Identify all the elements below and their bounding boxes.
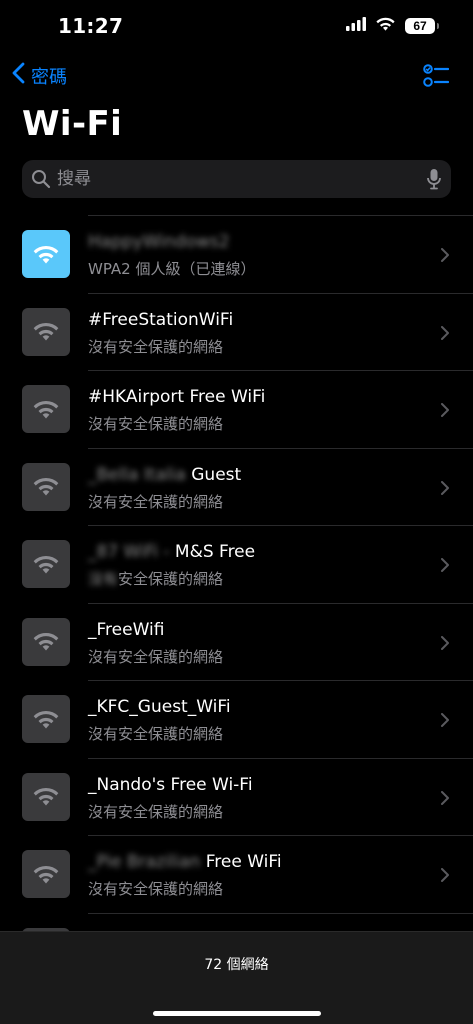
wifi-icon <box>22 540 70 588</box>
row-separator <box>88 680 473 681</box>
back-button[interactable]: 密碼 <box>12 62 67 89</box>
network-row[interactable]: #HKAirport Free WiFi 沒有安全保護的網絡 <box>0 370 473 448</box>
status-time: 11:27 <box>58 14 124 38</box>
blurred-network-name: HappyWindows2 <box>88 232 230 252</box>
network-security: 沒有安全保護的網絡 <box>88 337 224 356</box>
row-separator <box>88 525 473 526</box>
chevron-right-icon <box>441 867 449 886</box>
network-list: HappyWindows2 WPA2 個人級（已連線） #FreeStation… <box>0 215 473 990</box>
network-count: 72 個網絡 <box>204 957 269 973</box>
network-row[interactable]: #FreeStationWiFi 沒有安全保護的網絡 <box>0 292 473 371</box>
search-bar[interactable] <box>22 160 451 198</box>
chevron-right-icon <box>441 247 449 266</box>
network-security: 沒有安全保護的網絡 <box>88 725 224 743</box>
network-security: 沒有安全保護的網絡 <box>88 880 224 898</box>
network-name: _87 WiFi - M&S Free <box>88 542 256 562</box>
microphone-icon[interactable] <box>427 168 441 190</box>
chevron-right-icon <box>441 480 449 499</box>
network-security: 沒有安全保護的網絡 <box>88 492 224 511</box>
wifi-icon <box>22 772 70 821</box>
row-separator <box>88 757 473 759</box>
network-row[interactable]: _Pie Brazilian Free WiFi 沒有安全保護的網絡 <box>0 835 473 913</box>
battery-icon: 67 <box>405 17 439 34</box>
bottom-toolbar: 72 個網絡 <box>0 931 473 1024</box>
network-row[interactable]: _FreeWifi 沒有安全保護的網絡 <box>0 602 473 681</box>
wifi-icon <box>22 850 70 898</box>
network-name: #FreeStationWiFi <box>88 309 234 330</box>
network-name: _KFC_Guest_WiFi <box>88 697 231 717</box>
network-name: _Nando's Free Wi-Fi <box>88 774 253 795</box>
row-separator <box>88 370 473 371</box>
chevron-right-icon <box>441 557 449 576</box>
status-icons: 67 <box>346 16 439 35</box>
network-row[interactable]: _Bella Italia Guest 沒有安全保護的網絡 <box>0 447 473 526</box>
row-separator <box>88 912 473 914</box>
wifi-icon <box>22 385 70 433</box>
network-security: 沒有安全保護的網絡 <box>88 570 224 588</box>
network-row[interactable]: HappyWindows2 WPA2 個人級（已連線） <box>0 215 473 293</box>
network-name: _Bella Italia Guest <box>88 464 242 485</box>
row-separator <box>88 215 473 216</box>
network-name: _FreeWifi <box>88 619 165 640</box>
network-security: 沒有安全保護的網絡 <box>88 802 224 821</box>
chevron-left-icon <box>12 62 25 89</box>
row-separator <box>88 292 473 294</box>
chevron-right-icon <box>441 402 449 421</box>
network-name: HappyWindows2 <box>88 232 230 252</box>
chevron-right-icon <box>441 635 449 654</box>
page-title: Wi-Fi <box>22 104 123 144</box>
network-row[interactable]: _87 WiFi - M&S Free 沒有安全保護的網絡 <box>0 525 473 603</box>
row-separator <box>88 835 473 836</box>
wifi-icon <box>376 16 395 35</box>
chevron-right-icon <box>441 325 449 344</box>
network-row[interactable]: _Nando's Free Wi-Fi 沒有安全保護的網絡 <box>0 757 473 836</box>
chevron-right-icon <box>441 790 449 809</box>
wifi-icon <box>22 695 70 743</box>
network-row[interactable]: _KFC_Guest_WiFi 沒有安全保護的網絡 <box>0 680 473 758</box>
search-icon <box>31 169 51 189</box>
wifi-settings-screen: 11:27 67 密碼 Wi-Fi 搜尋 HappyWindows2 WPA2 … <box>0 0 473 1024</box>
wifi-icon <box>22 230 70 278</box>
network-security: 沒有安全保護的網絡 <box>88 647 224 666</box>
status-bar: 11:27 67 <box>0 0 473 54</box>
back-label: 密碼 <box>31 66 67 88</box>
wifi-icon <box>22 307 70 356</box>
home-indicator[interactable] <box>153 1011 321 1016</box>
network-name: _Pie Brazilian Free WiFi <box>88 852 282 872</box>
search-input[interactable] <box>51 168 427 190</box>
network-security: WPA2 個人級（已連線） <box>88 260 256 278</box>
network-name: #HKAirport Free WiFi <box>88 387 266 407</box>
wifi-icon <box>22 462 70 511</box>
row-separator <box>88 447 473 449</box>
wifi-icon <box>22 617 70 666</box>
network-security: 沒有安全保護的網絡 <box>88 415 224 433</box>
chevron-right-icon <box>441 712 449 731</box>
cellular-signal-icon <box>346 16 366 35</box>
checklist-icon[interactable] <box>423 63 450 93</box>
row-separator <box>88 602 473 604</box>
